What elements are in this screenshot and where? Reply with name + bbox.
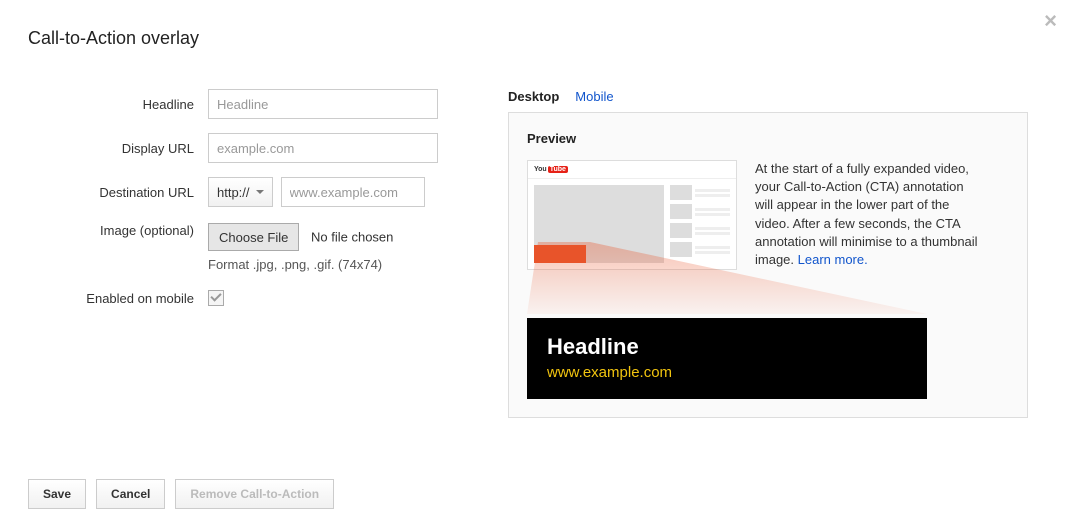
display-url-row: Display URL [28, 133, 468, 163]
destination-url-label: Destination URL [28, 185, 208, 200]
choose-file-button[interactable]: Choose File [208, 223, 299, 251]
form-column: Headline Display URL Destination URL htt… [28, 89, 468, 418]
destination-url-row: Destination URL http:// [28, 177, 468, 207]
headline-label: Headline [28, 97, 208, 112]
file-status: No file chosen [311, 230, 393, 245]
mobile-checkbox[interactable] [208, 290, 224, 306]
display-url-label: Display URL [28, 141, 208, 156]
protocol-value: http:// [217, 185, 250, 200]
mobile-label: Enabled on mobile [28, 291, 208, 306]
tab-desktop[interactable]: Desktop [508, 89, 559, 104]
preview-mock: YouTube [527, 160, 737, 270]
cta-preview-headline: Headline [547, 334, 907, 360]
mock-sidebar [670, 185, 730, 263]
image-label: Image (optional) [28, 223, 208, 238]
cancel-button[interactable]: Cancel [96, 479, 165, 509]
protocol-select[interactable]: http:// [208, 177, 273, 207]
tab-mobile[interactable]: Mobile [575, 89, 613, 104]
page-title: Call-to-Action overlay [28, 28, 1049, 49]
mock-video-player [534, 185, 664, 263]
mock-browser: YouTube [527, 160, 737, 270]
mock-cta-overlay [534, 245, 586, 263]
content: Headline Display URL Destination URL htt… [28, 89, 1049, 418]
display-url-input[interactable] [208, 133, 438, 163]
mobile-row: Enabled on mobile [28, 290, 468, 306]
youtube-logo-icon: YouTube [534, 166, 568, 173]
tabs: Desktop Mobile [508, 89, 1049, 104]
preview-description: At the start of a fully expanded video, … [755, 160, 985, 270]
image-row: Image (optional) Choose File No file cho… [28, 221, 468, 272]
remove-cta-button[interactable]: Remove Call-to-Action [175, 479, 334, 509]
preview-column: Desktop Mobile Preview YouTube [508, 89, 1049, 418]
learn-more-link[interactable]: Learn more. [798, 252, 868, 267]
headline-row: Headline [28, 89, 468, 119]
close-icon[interactable]: × [1044, 10, 1057, 32]
mock-topbar: YouTube [528, 161, 736, 179]
cta-preview: Headline www.example.com [527, 318, 927, 399]
preview-box: Preview YouTube [508, 112, 1028, 418]
save-button[interactable]: Save [28, 479, 86, 509]
chevron-down-icon [256, 190, 264, 194]
action-bar: Save Cancel Remove Call-to-Action [28, 479, 334, 509]
image-format-hint: Format .jpg, .png, .gif. (74x74) [208, 257, 393, 272]
preview-title: Preview [527, 131, 1009, 146]
destination-url-input[interactable] [281, 177, 425, 207]
cta-preview-url: www.example.com [547, 364, 907, 381]
headline-input[interactable] [208, 89, 438, 119]
